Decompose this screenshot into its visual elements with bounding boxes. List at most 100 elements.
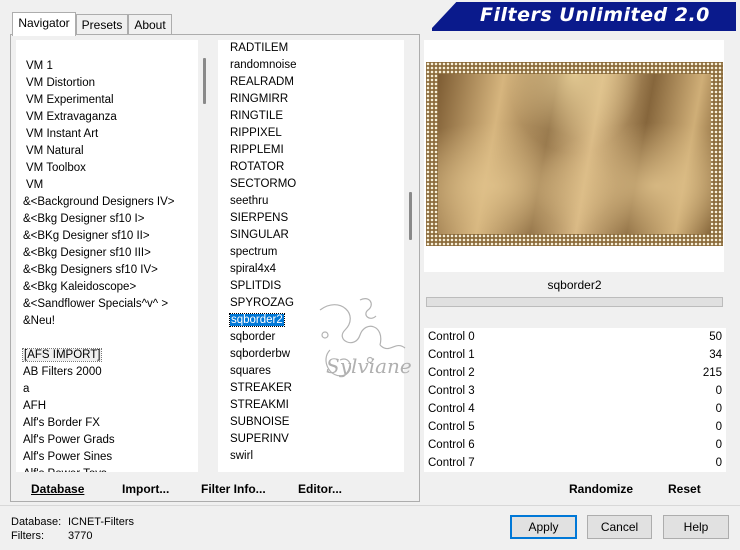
category-item[interactable]: AB Filters 2000 bbox=[16, 364, 212, 381]
filter-item[interactable]: spectrum bbox=[218, 244, 418, 261]
category-label: Alf's Border FX bbox=[23, 417, 100, 429]
filter-item[interactable]: randomnoise bbox=[218, 57, 418, 74]
filter-info-button[interactable]: Filter Info... bbox=[201, 480, 266, 498]
category-item[interactable]: VM 1 bbox=[16, 58, 212, 75]
category-scroll-thumb[interactable] bbox=[203, 58, 206, 104]
import-button[interactable]: Import... bbox=[122, 480, 169, 498]
filter-item[interactable]: spiral4x4 bbox=[218, 261, 418, 278]
filter-item[interactable]: SECTORMO bbox=[218, 176, 418, 193]
filter-item[interactable]: RINGTILE bbox=[218, 108, 418, 125]
filter-item[interactable]: RIPPIXEL bbox=[218, 125, 418, 142]
tab-navigator[interactable]: Navigator bbox=[12, 12, 76, 36]
filter-item[interactable]: REALRADM bbox=[218, 74, 418, 91]
database-button[interactable]: Database bbox=[31, 480, 84, 498]
category-scrollbar[interactable] bbox=[198, 40, 212, 472]
category-item[interactable]: &<Background Designers IV> bbox=[16, 194, 212, 211]
filter-item[interactable]: SINGULAR bbox=[218, 227, 418, 244]
help-button[interactable]: Help bbox=[663, 515, 729, 539]
filter-label: SINGULAR bbox=[230, 229, 289, 241]
filter-item[interactable]: SUBNOISE bbox=[218, 414, 418, 431]
category-item[interactable]: &<Bkg Kaleidoscope> bbox=[16, 279, 212, 296]
cancel-label: Cancel bbox=[600, 520, 639, 534]
category-label: a bbox=[23, 383, 30, 395]
category-item[interactable]: VM bbox=[16, 177, 212, 194]
category-item[interactable]: VM Natural bbox=[16, 143, 212, 160]
apply-button[interactable]: Apply bbox=[510, 515, 577, 539]
control-row[interactable]: Control 2 215 bbox=[424, 364, 726, 382]
category-label: VM Extravaganza bbox=[26, 111, 117, 123]
cancel-button[interactable]: Cancel bbox=[587, 515, 652, 539]
filter-item[interactable]: RINGMIRR bbox=[218, 91, 418, 108]
reset-button[interactable]: Reset bbox=[668, 480, 701, 498]
control-label: Control 1 bbox=[428, 349, 475, 361]
tab-presets[interactable]: Presets bbox=[76, 14, 128, 36]
control-row[interactable]: Control 7 0 bbox=[424, 454, 726, 472]
control-sliders[interactable]: Control 0 50 Control 1 34 Control 2 215 Contro… bbox=[424, 328, 726, 472]
randomize-button[interactable]: Randomize bbox=[569, 480, 633, 498]
filter-preview bbox=[426, 62, 723, 246]
editor-button[interactable]: Editor... bbox=[298, 480, 342, 498]
control-row[interactable]: Control 3 0 bbox=[424, 382, 726, 400]
filter-label: sqborder bbox=[230, 331, 276, 343]
category-list[interactable]: VM 1 VM Distortion VM Experimental VM Extra… bbox=[16, 40, 212, 472]
filter-scrollbar[interactable] bbox=[404, 40, 418, 472]
control-row[interactable]: Control 0 50 bbox=[424, 328, 726, 346]
filter-item[interactable]: ROTATOR bbox=[218, 159, 418, 176]
filter-label: SECTORMO bbox=[230, 178, 297, 190]
filter-item[interactable]: SIERPENS bbox=[218, 210, 418, 227]
category-item[interactable]: &<BKg Designer sf10 II> bbox=[16, 228, 212, 245]
tab-about[interactable]: About bbox=[128, 14, 172, 36]
filter-label: swirl bbox=[230, 450, 253, 462]
control-row[interactable]: Control 4 0 bbox=[424, 400, 726, 418]
category-item[interactable] bbox=[16, 330, 212, 347]
category-item[interactable]: Alf's Border FX bbox=[16, 415, 212, 432]
category-label: &<Bkg Designer sf10 III> bbox=[23, 247, 151, 259]
category-item[interactable]: VM Extravaganza bbox=[16, 109, 212, 126]
control-value: 215 bbox=[702, 367, 722, 379]
swirl-ornament-icon bbox=[319, 298, 406, 377]
category-item[interactable]: VM Instant Art bbox=[16, 126, 212, 143]
category-item[interactable]: VM Experimental bbox=[16, 92, 212, 109]
control-label: Control 5 bbox=[428, 421, 475, 433]
filter-label: REALRADM bbox=[230, 76, 294, 88]
filter-scroll-thumb[interactable] bbox=[409, 192, 412, 240]
filter-label: STREAKER bbox=[230, 382, 292, 394]
tab-label: Presets bbox=[81, 18, 123, 32]
control-label: Control 3 bbox=[428, 385, 475, 397]
category-label: VM Natural bbox=[26, 145, 84, 157]
control-row[interactable]: Control 1 34 bbox=[424, 346, 726, 364]
filter-item[interactable]: RADTILEM bbox=[218, 40, 418, 57]
category-label: AFH bbox=[23, 400, 46, 412]
filter-item[interactable]: swirl bbox=[218, 448, 418, 465]
category-item[interactable]: &<Bkg Designers sf10 IV> bbox=[16, 262, 212, 279]
category-label: &<BKg Designer sf10 II> bbox=[23, 230, 150, 242]
randomize-label: Randomize bbox=[569, 482, 634, 496]
filter-label: spectrum bbox=[230, 246, 278, 258]
category-item[interactable]: [AFS IMPORT] bbox=[16, 347, 212, 364]
category-item[interactable]: &Neu! bbox=[16, 313, 212, 330]
control-row[interactable]: Control 5 0 bbox=[424, 418, 726, 436]
category-label: [AFS IMPORT] bbox=[21, 348, 103, 362]
category-item[interactable]: &<Bkg Designer sf10 I> bbox=[16, 211, 212, 228]
filter-item[interactable]: RIPPLEMI bbox=[218, 142, 418, 159]
category-item[interactable]: &<Sandflower Specials^v^ > bbox=[16, 296, 212, 313]
filter-item[interactable]: SUPERINV bbox=[218, 431, 418, 448]
control-row[interactable]: Control 6 0 bbox=[424, 436, 726, 454]
filter-item[interactable]: seethru bbox=[218, 193, 418, 210]
category-item[interactable]: Alf's Power Sines bbox=[16, 449, 212, 466]
category-item[interactable]: VM Distortion bbox=[16, 75, 212, 92]
import-label: Import... bbox=[122, 482, 170, 496]
filter-list[interactable]: RADTILEM randomnoise REALRADM RINGMIRR RINGT… bbox=[218, 40, 418, 472]
category-item[interactable]: VM Toolbox bbox=[16, 160, 212, 177]
filter-label: SUPERINV bbox=[230, 433, 289, 445]
category-item[interactable]: Alf's Power Toys bbox=[16, 466, 212, 472]
category-item[interactable]: a bbox=[16, 381, 212, 398]
app-title: Filters Unlimited 2.0 bbox=[480, 4, 710, 26]
tab-label: Navigator bbox=[18, 16, 70, 30]
category-item[interactable]: AFH bbox=[16, 398, 212, 415]
selected-filter-name: sqborder2 bbox=[547, 278, 602, 292]
category-label: VM Instant Art bbox=[26, 128, 99, 140]
control-label: Control 6 bbox=[428, 439, 475, 451]
category-item[interactable]: Alf's Power Grads bbox=[16, 432, 212, 449]
category-item[interactable]: &<Bkg Designer sf10 III> bbox=[16, 245, 212, 262]
